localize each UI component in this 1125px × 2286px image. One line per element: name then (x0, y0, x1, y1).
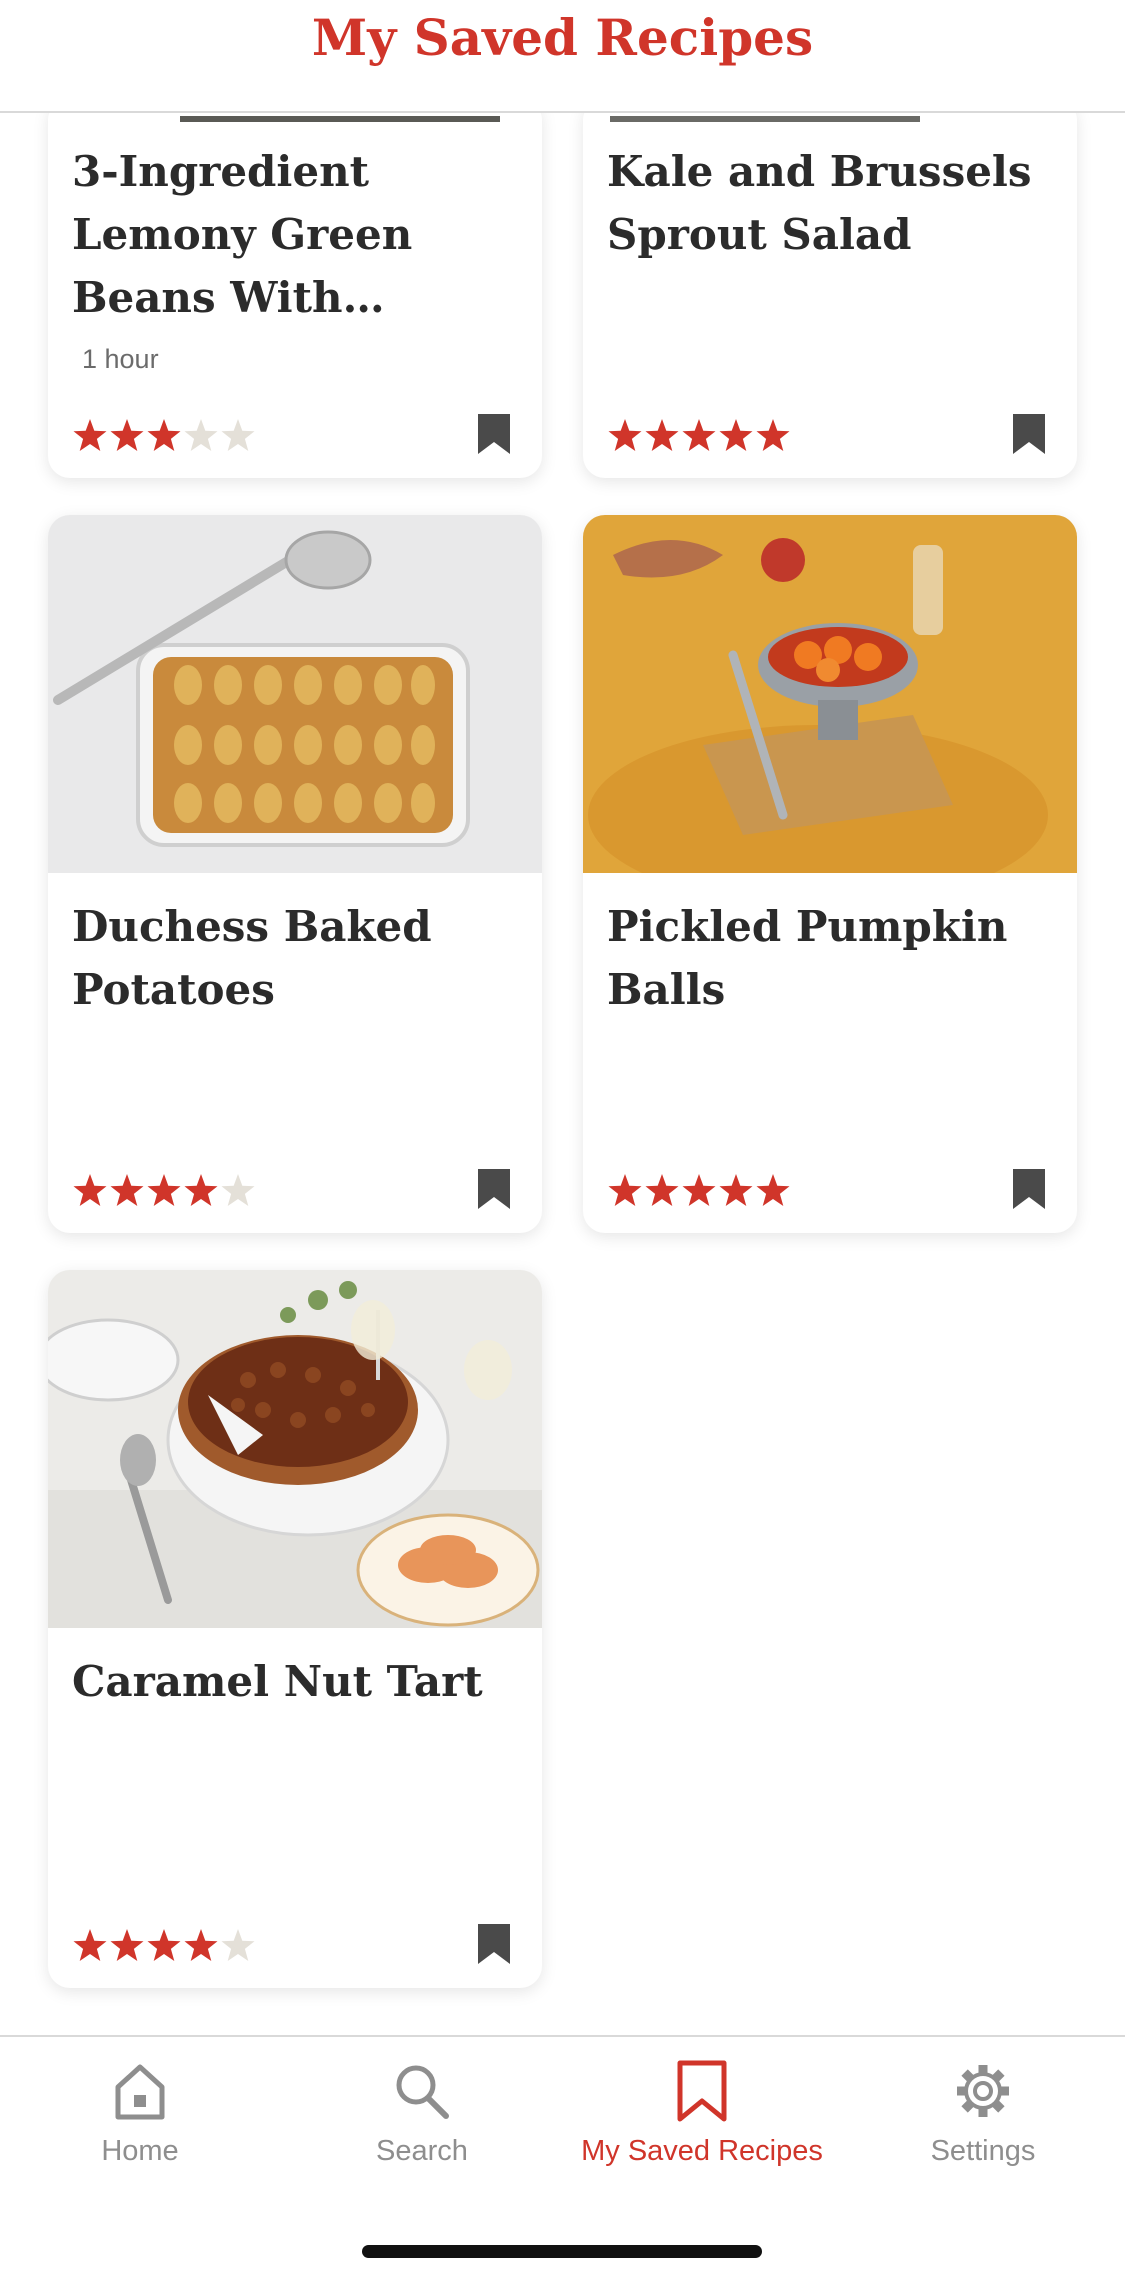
star-filled-icon (184, 1174, 218, 1206)
casserole-dish-photo (48, 515, 542, 873)
tab-label: Search (376, 2135, 468, 2167)
bookmark-icon[interactable] (476, 1922, 512, 1966)
star-filled-icon (608, 1174, 642, 1206)
star-filled-icon (73, 1929, 107, 1961)
tab-settings[interactable]: Settings (853, 2059, 1113, 2189)
home-indicator (362, 2245, 762, 2258)
star-filled-icon (184, 1929, 218, 1961)
star-filled-icon (682, 1174, 716, 1206)
star-filled-icon (73, 419, 107, 451)
recipe-card[interactable]: Kale and Brussels Sprout Salad (583, 98, 1077, 478)
recipe-time: 1 hour (82, 344, 159, 374)
app-header: My Saved Recipes (0, 0, 1125, 113)
recipe-title: 3-Ingredient Lemony Green Beans With Fri… (72, 147, 413, 322)
bookmark-icon[interactable] (476, 1167, 512, 1211)
bookmark-icon[interactable] (476, 412, 512, 456)
star-filled-icon (645, 419, 679, 451)
bookmark-icon[interactable] (1011, 1167, 1047, 1211)
nut-tart-photo (48, 1270, 542, 1628)
star-filled-icon (110, 1929, 144, 1961)
star-filled-icon (756, 419, 790, 451)
recipe-title: Caramel Nut Tart (72, 1657, 483, 1706)
search-icon (396, 2065, 449, 2119)
star-filled-icon (147, 1174, 181, 1206)
tab-search[interactable]: Search (292, 2059, 552, 2189)
gear-icon (957, 2065, 1009, 2117)
star-filled-icon (147, 1929, 181, 1961)
tab-label: Settings (930, 2135, 1036, 2167)
page-title: My Saved Recipes (311, 8, 814, 67)
star-filled-icon (73, 1174, 107, 1206)
star-rating (72, 1922, 257, 1966)
star-filled-icon (608, 419, 642, 451)
recipe-card[interactable]: Duchess Baked Potatoes (48, 515, 542, 1233)
star-rating (607, 412, 792, 456)
star-filled-icon (682, 419, 716, 451)
star-empty-icon (221, 419, 255, 451)
star-filled-icon (110, 419, 144, 451)
recipe-card[interactable]: 3-Ingredient Lemony Green Beans With Fri… (48, 98, 542, 478)
star-rating (72, 412, 257, 456)
tab-my-saved-recipes[interactable]: My Saved Recipes (572, 2059, 832, 2189)
home-icon (115, 2064, 165, 2120)
tab-label: Home (101, 2135, 179, 2167)
bookmark-icon (677, 2060, 727, 2122)
star-filled-icon (110, 1174, 144, 1206)
star-empty-icon (184, 419, 218, 451)
star-filled-icon (719, 1174, 753, 1206)
recipe-title: Kale and Brussels Sprout Salad (607, 147, 1032, 259)
recipe-title: Duchess Baked Potatoes (72, 902, 432, 1014)
star-filled-icon (645, 1174, 679, 1206)
star-rating (607, 1167, 792, 1211)
recipe-title: Pickled Pumpkin Balls (607, 902, 1008, 1014)
star-filled-icon (719, 419, 753, 451)
star-filled-icon (147, 419, 181, 451)
bookmark-icon[interactable] (1011, 412, 1047, 456)
tab-home[interactable]: Home (10, 2059, 270, 2189)
recipe-card[interactable]: Pickled Pumpkin Balls (583, 515, 1077, 1233)
star-filled-icon (756, 1174, 790, 1206)
star-rating (72, 1167, 257, 1211)
star-empty-icon (221, 1174, 255, 1206)
star-empty-icon (221, 1929, 255, 1961)
pumpkin-bowl-photo (583, 515, 1077, 873)
tab-label: My Saved Recipes (581, 2135, 823, 2167)
recipe-card[interactable]: Caramel Nut Tart (48, 1270, 542, 1988)
